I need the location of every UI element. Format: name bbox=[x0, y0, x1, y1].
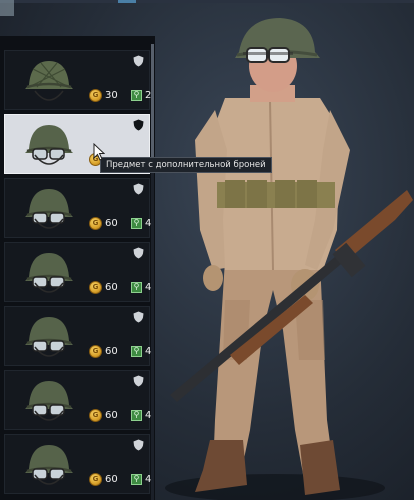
shield-icon bbox=[133, 247, 144, 259]
item-level: 4 bbox=[145, 473, 152, 485]
tooltip-text: Предмет с дополнительной броней bbox=[106, 160, 266, 170]
scrollbar-thumb[interactable] bbox=[151, 44, 154, 164]
item-level: 4 bbox=[145, 345, 152, 357]
level-icon: ⚲ bbox=[131, 281, 142, 293]
level-icon: ⚲ bbox=[131, 409, 142, 421]
helmet-icon bbox=[25, 445, 73, 485]
gold-coin-icon: G bbox=[89, 472, 102, 486]
helmet-icon bbox=[25, 61, 73, 101]
gold-coin-icon: G bbox=[89, 216, 102, 230]
scrollbar[interactable] bbox=[151, 44, 154, 500]
item-price-row: G 60 ⚲ 4 bbox=[89, 216, 151, 230]
gold-coin-icon: G bbox=[89, 88, 102, 102]
item-price: 30 bbox=[105, 89, 118, 101]
helmet-icon bbox=[25, 189, 73, 229]
helmet-icon bbox=[25, 317, 73, 357]
shield-icon bbox=[133, 183, 144, 195]
level-icon: ⚲ bbox=[131, 89, 142, 101]
gold-coin-icon: G bbox=[89, 344, 102, 358]
item-level: 4 bbox=[145, 281, 152, 293]
shield-icon bbox=[133, 119, 144, 131]
top-tab-highlight bbox=[118, 0, 136, 3]
helmet-icon bbox=[25, 381, 73, 421]
helmet-icon bbox=[25, 253, 73, 293]
item-price-row: G 60 ⚲ 4 bbox=[89, 408, 151, 422]
item-card-helmet-netted[interactable]: G 30 ⚲ 2 bbox=[4, 50, 151, 110]
top-left-tab-fragment bbox=[0, 0, 14, 16]
item-price-row: G 60 ⚲ 4 bbox=[89, 472, 151, 486]
level-icon: ⚲ bbox=[131, 473, 142, 485]
item-level: 2 bbox=[145, 89, 152, 101]
item-price-row: G 60 ⚲ 4 bbox=[89, 344, 151, 358]
helmet-icon bbox=[25, 125, 73, 165]
item-card-helmet-goggles-4[interactable]: G 60 ⚲ 4 bbox=[4, 306, 151, 366]
item-price-row: G 60 ⚲ 4 bbox=[89, 280, 151, 294]
shield-icon bbox=[133, 439, 144, 451]
item-price: 60 bbox=[105, 345, 118, 357]
gold-coin-icon: G bbox=[89, 280, 102, 294]
mouse-cursor-icon bbox=[93, 143, 105, 161]
item-card-helmet-goggles-5[interactable]: G 60 ⚲ 4 bbox=[4, 370, 151, 430]
gold-coin-icon: G bbox=[89, 408, 102, 422]
level-icon: ⚲ bbox=[131, 217, 142, 229]
item-price: 60 bbox=[105, 217, 118, 229]
level-icon: ⚲ bbox=[131, 345, 142, 357]
item-card-helmet-goggles-2[interactable]: G 60 ⚲ 4 bbox=[4, 178, 151, 238]
item-card-helmet-goggles-6[interactable]: G 60 ⚲ 4 bbox=[4, 434, 151, 494]
tooltip: Предмет с дополнительной броней bbox=[100, 157, 272, 173]
shield-icon bbox=[133, 311, 144, 323]
shield-icon bbox=[133, 375, 144, 387]
soldier-preview bbox=[165, 18, 413, 500]
item-price: 60 bbox=[105, 409, 118, 421]
item-card-helmet-goggles-3[interactable]: G 60 ⚲ 4 bbox=[4, 242, 151, 302]
item-price: 60 bbox=[105, 473, 118, 485]
item-level: 4 bbox=[145, 217, 152, 229]
item-price: 60 bbox=[105, 281, 118, 293]
shield-icon bbox=[133, 55, 144, 67]
item-level: 4 bbox=[145, 409, 152, 421]
item-price-row: G 30 ⚲ 2 bbox=[89, 88, 151, 102]
